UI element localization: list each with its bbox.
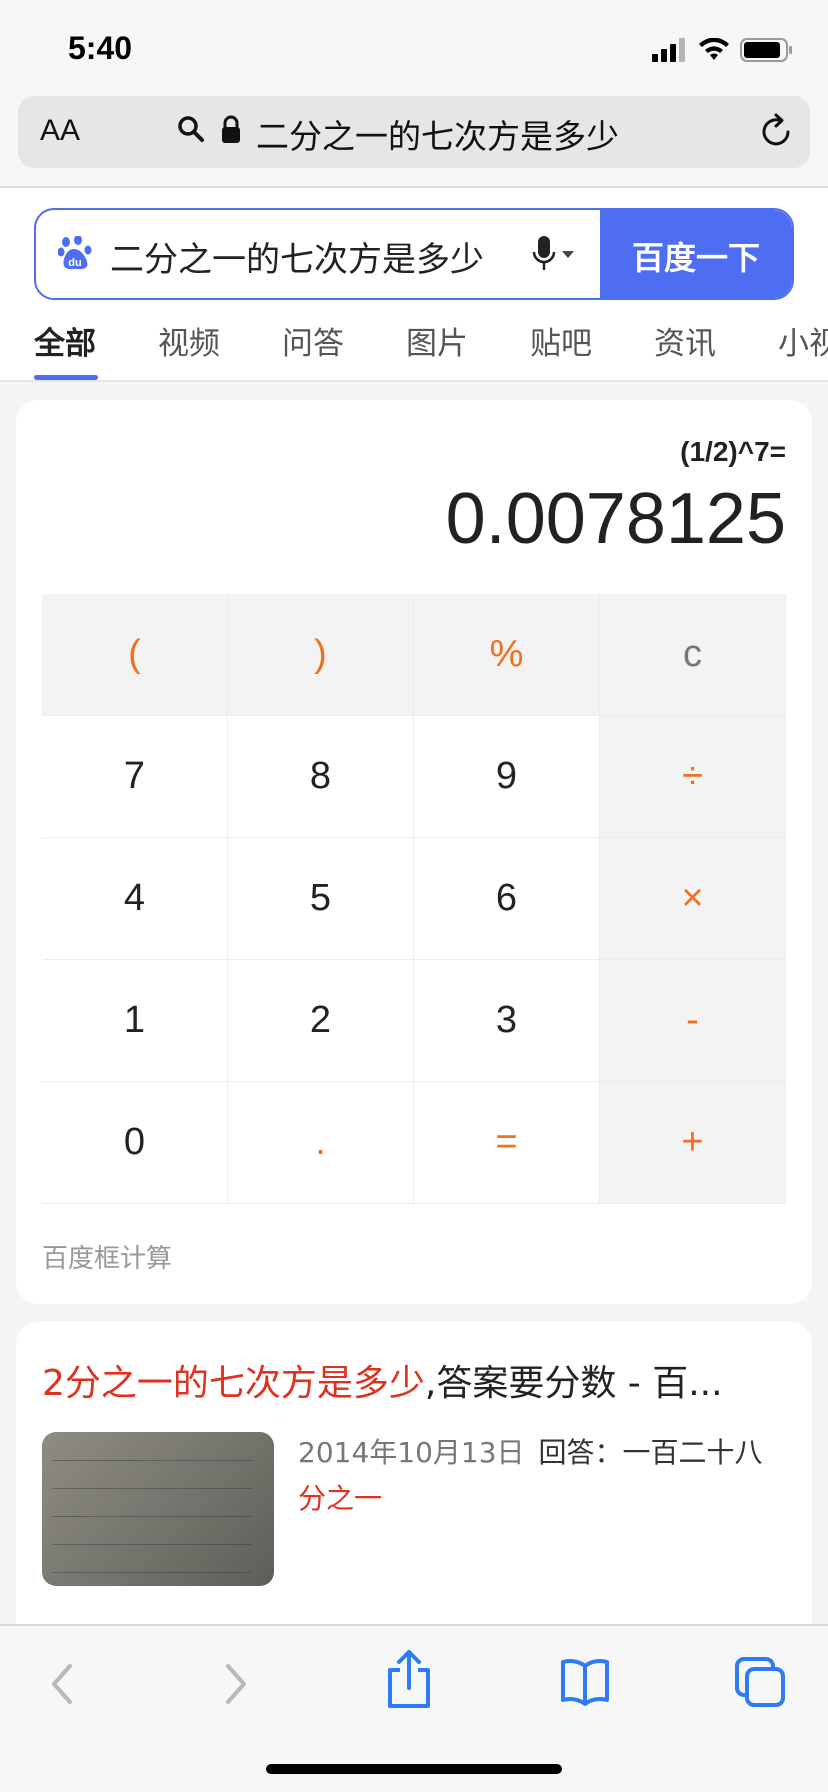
key-percent-button[interactable]: % (414, 594, 600, 716)
lock-icon (222, 115, 240, 143)
calculator-result: 0.0078125 (445, 479, 786, 559)
tab-news[interactable]: 资讯 (654, 318, 716, 363)
search-box: du 二分之一的七次方是多少 百度一下 (34, 208, 794, 300)
result-title-highlight[interactable]: 2分之一的七次方是多少 (42, 1363, 425, 1404)
key-digit-3-button[interactable]: 3 (414, 960, 600, 1082)
result-answer: 回答：一百二十八 (538, 1436, 763, 1469)
calculator-expression: (1/2)^7= (680, 436, 786, 467)
tab-video[interactable]: 视频 (158, 318, 220, 363)
key-digit-9-button[interactable]: 9 (414, 716, 600, 838)
key-digit-1-button[interactable]: 1 (42, 960, 228, 1082)
key-decimal-button[interactable]: . (228, 1082, 414, 1204)
result-answer-highlight: 分之一 (298, 1482, 383, 1515)
tab-short-video[interactable]: 小视 (778, 318, 828, 363)
key-divide-button[interactable]: ÷ (600, 716, 786, 838)
calculator-keypad: ()% c 7 8 9 ÷ 4 5 6 × 1 2 3- 0. = + (42, 594, 786, 1204)
svg-text:du: du (68, 257, 81, 269)
browser-chrome: AA 二分之一的七次方是多少 (0, 94, 828, 188)
search-icon (178, 116, 204, 142)
url-text[interactable]: 二分之一的七次方是多少 (256, 110, 619, 158)
status-bar: 5:40 (0, 0, 828, 94)
reload-icon[interactable] (758, 112, 794, 150)
status-time: 5:40 (68, 30, 133, 66)
key-close-paren-button[interactable]: ) (228, 594, 414, 716)
text-size-button[interactable]: AA (40, 114, 80, 148)
result-title[interactable]: 2分之一的七次方是多少,答案要分数 - 百... (42, 1354, 782, 1406)
microphone-icon[interactable] (530, 234, 576, 276)
calculator-card: (1/2)^7= 0.0078125 ()% c 7 8 9 ÷ 4 5 6 × 1 2 3-0. = + … (16, 400, 812, 1304)
active-tab-indicator (34, 375, 98, 380)
search-tabs: 全部 视频 问答 图片 贴吧 资讯 小视 (0, 306, 828, 382)
result-date: 2014年10月13日 (298, 1436, 525, 1469)
key-open-paren-button[interactable]: ( (42, 594, 228, 716)
tab-qa[interactable]: 问答 (282, 318, 344, 363)
result-snippet: 2014年10月13日 回答：一百二十八分之一 (298, 1430, 788, 1522)
wifi-icon (699, 38, 729, 60)
result-thumbnail[interactable] (42, 1432, 274, 1586)
tab-images[interactable]: 图片 (406, 318, 468, 363)
bookmarks-icon[interactable] (560, 1656, 610, 1706)
key-digit-2-button[interactable]: 2 (228, 960, 414, 1082)
home-indicator (266, 1764, 562, 1774)
forward-icon[interactable] (218, 1656, 254, 1712)
tabs-icon[interactable] (734, 1656, 786, 1708)
tab-all[interactable]: 全部 (34, 318, 96, 363)
key-digit-4-button[interactable]: 4 (42, 838, 228, 960)
key-clear-button[interactable]: c (600, 594, 786, 716)
key-digit-5-button[interactable]: 5 (228, 838, 414, 960)
key-multiply-button[interactable]: × (600, 838, 786, 960)
key-equals-button[interactable]: = (414, 1082, 600, 1204)
key-minus-button[interactable]: - (600, 960, 786, 1082)
tab-tieba[interactable]: 贴吧 (530, 318, 592, 363)
search-input[interactable]: 二分之一的七次方是多少 (110, 232, 484, 281)
key-digit-7-button[interactable]: 7 (42, 716, 228, 838)
calculator-footer[interactable]: 百度框计算 (42, 1238, 172, 1275)
search-header: du 二分之一的七次方是多少 百度一下 全部 视频 问答 图片 贴吧 资讯 小视 (0, 188, 828, 382)
back-icon[interactable] (44, 1656, 80, 1712)
address-bar[interactable]: AA 二分之一的七次方是多少 (18, 96, 810, 168)
web-page: du 二分之一的七次方是多少 百度一下 全部 视频 问答 图片 贴吧 资讯 小视… (0, 188, 828, 1624)
signal-icon (652, 38, 685, 62)
key-digit-8-button[interactable]: 8 (228, 716, 414, 838)
baidu-paw-icon: du (58, 236, 92, 270)
search-result-card[interactable]: 2分之一的七次方是多少,答案要分数 - 百... 2014年10月13日 回答：一… (16, 1322, 812, 1624)
key-plus-button[interactable]: + (600, 1082, 786, 1204)
status-icons (652, 36, 794, 64)
key-digit-0-button[interactable]: 0 (42, 1082, 228, 1204)
search-button[interactable]: 百度一下 (600, 210, 792, 298)
battery-icon (740, 38, 792, 62)
key-digit-6-button[interactable]: 6 (414, 838, 600, 960)
result-title-rest[interactable]: ,答案要分数 - 百... (425, 1363, 723, 1404)
share-icon[interactable] (386, 1648, 432, 1710)
